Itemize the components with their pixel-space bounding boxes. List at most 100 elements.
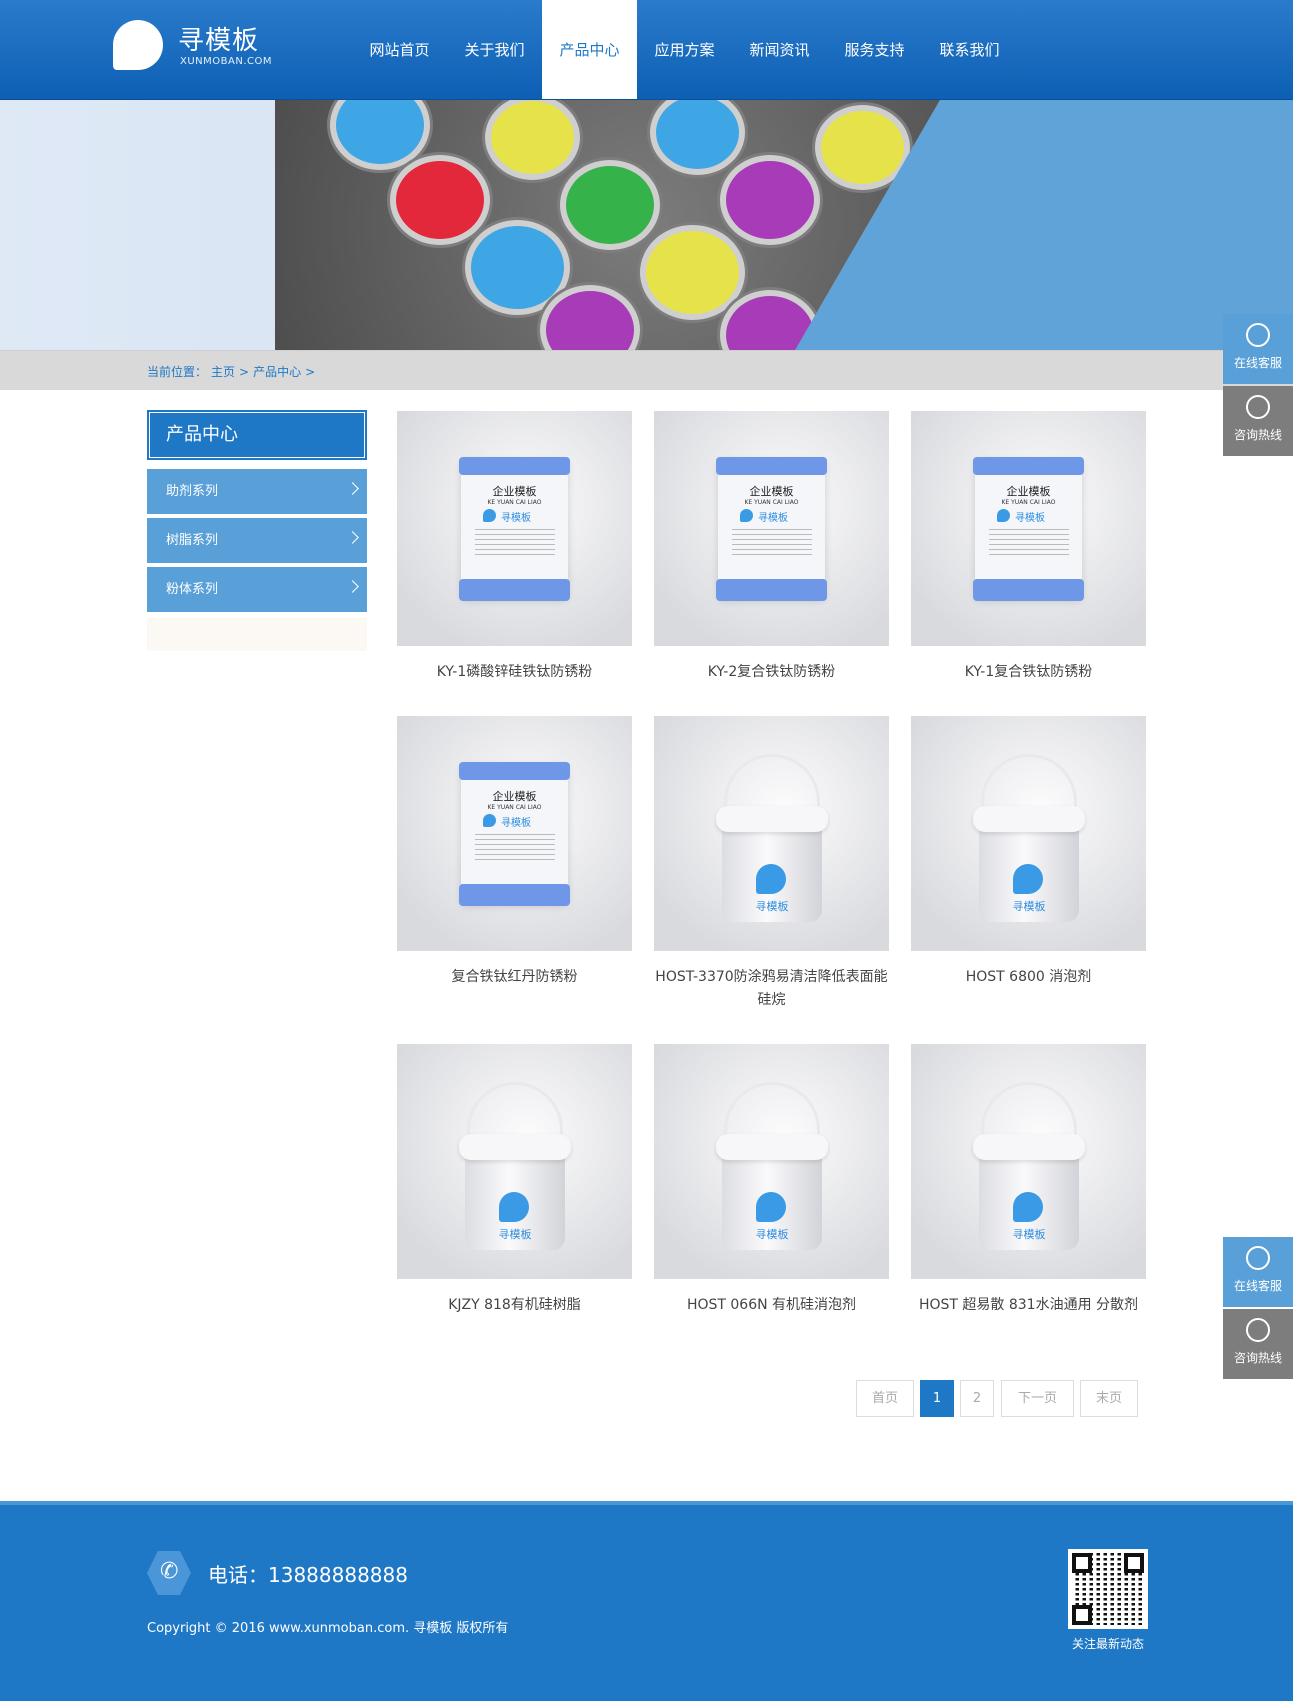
pagination-page-1[interactable]: 1 [920, 1380, 954, 1417]
nav-item-home[interactable]: 网站首页 [352, 0, 447, 100]
sidebar-item-label: 树脂系列 [166, 533, 219, 548]
product-name-link[interactable]: HOST 6800 消泡剂 [911, 966, 1146, 989]
brand-logo-icon [756, 1192, 786, 1222]
pagination-next-button[interactable]: 下一页 [1001, 1380, 1074, 1417]
breadcrumb-bar: 当前位置： 主页 > 产品中心 > [0, 350, 1293, 390]
product-card[interactable]: 寻模板 HOST-3370防涂鸦易清洁降低表面能硅烷 [654, 716, 889, 1012]
product-name-link[interactable]: KY-2复合铁钛防锈粉 [654, 661, 889, 684]
product-image[interactable]: 寻模板 [397, 1044, 632, 1279]
brand-logo-icon [1013, 1192, 1043, 1222]
product-image[interactable]: 企业模板 KE YUAN CAI LIAO 寻模板 [397, 716, 632, 951]
online-service-button[interactable]: 在线客服 [1223, 1237, 1293, 1307]
brand-logo-icon [499, 1192, 529, 1222]
paint-can [330, 100, 430, 170]
nav-item-solutions[interactable]: 应用方案 [637, 0, 732, 100]
chevron-right-icon [346, 580, 359, 593]
sidebar-item-additives[interactable]: 助剂系列 [147, 469, 367, 514]
phone-icon: ✆ [160, 1559, 179, 1584]
product-image[interactable]: 企业模板 KE YUAN CAI LIAO 寻模板 [397, 411, 632, 646]
paint-can [390, 155, 490, 245]
product-name-link[interactable]: HOST 066N 有机硅消泡剂 [654, 1294, 889, 1317]
logo-icon[interactable] [113, 20, 163, 70]
pagination-page-2[interactable]: 2 [960, 1380, 994, 1417]
logo-title[interactable]: 寻模板 [178, 20, 259, 57]
bag-brand: 寻模板 [501, 818, 531, 829]
bag-title: 企业模板 [1006, 485, 1051, 498]
nav-item-support[interactable]: 服务支持 [827, 0, 922, 100]
chevron-right-icon [346, 482, 359, 495]
bucket-brand: 寻模板 [755, 900, 789, 913]
product-image[interactable]: 寻模板 [911, 1044, 1146, 1279]
bucket-image: 寻模板 [973, 754, 1085, 924]
main-nav: 网站首页 关于我们 产品中心 应用方案 新闻资讯 服务支持 联系我们 [352, 0, 1017, 100]
brand-logo-icon [740, 509, 753, 522]
sidebar-item-powders[interactable]: 粉体系列 [147, 567, 367, 612]
bag-brand: 寻模板 [1015, 513, 1045, 524]
product-name-link[interactable]: KJZY 818有机硅树脂 [397, 1294, 632, 1317]
bag-title: 企业模板 [492, 790, 537, 803]
bag-subtitle: KE YUAN CAI LIAO [487, 804, 542, 811]
bucket-image: 寻模板 [716, 754, 828, 924]
hotline-label: 咨询热线 [1233, 428, 1282, 442]
breadcrumb: 当前位置： 主页 > 产品中心 > [147, 363, 319, 380]
product-card[interactable]: 企业模板 KE YUAN CAI LIAO 寻模板 复合铁钛红丹防锈粉 [397, 716, 632, 989]
pagination-last-button[interactable]: 末页 [1080, 1380, 1138, 1417]
product-name-link[interactable]: KY-1复合铁钛防锈粉 [911, 661, 1146, 684]
site-footer: ✆ 电话：13888888888 Copyright © 2016 www.xu… [0, 1501, 1293, 1701]
bucket-image: 寻模板 [459, 1082, 571, 1252]
product-card[interactable]: 企业模板 KE YUAN CAI LIAO 寻模板 KY-1磷酸锌硅铁钛防锈粉 [397, 411, 632, 684]
product-image[interactable]: 企业模板 KE YUAN CAI LIAO 寻模板 [654, 411, 889, 646]
bucket-brand: 寻模板 [1012, 1228, 1046, 1241]
chevron-right-icon [346, 531, 359, 544]
bag-title: 企业模板 [492, 485, 537, 498]
product-name-link[interactable]: HOST-3370防涂鸦易清洁降低表面能硅烷 [654, 966, 889, 1012]
brand-logo-icon [483, 509, 496, 522]
breadcrumb-home-link[interactable]: 主页 [211, 365, 235, 379]
product-card[interactable]: 寻模板 HOST 066N 有机硅消泡剂 [654, 1044, 889, 1317]
brand-logo-icon [1013, 864, 1043, 894]
product-image[interactable]: 企业模板 KE YUAN CAI LIAO 寻模板 [911, 411, 1146, 646]
product-card[interactable]: 寻模板 HOST 6800 消泡剂 [911, 716, 1146, 989]
sidebar-item-label: 粉体系列 [166, 582, 219, 597]
nav-item-products[interactable]: 产品中心 [542, 0, 637, 100]
bag-subtitle: KE YUAN CAI LIAO [1001, 499, 1056, 506]
breadcrumb-separator: > [305, 365, 316, 379]
customer-service-icon [1246, 323, 1270, 347]
product-name-link[interactable]: HOST 超易散 831水油通用 分散剂 [911, 1294, 1146, 1317]
sidebar-item-label: 助剂系列 [166, 484, 219, 499]
product-card[interactable]: 企业模板 KE YUAN CAI LIAO 寻模板 KY-2复合铁钛防锈粉 [654, 411, 889, 684]
powder-bag-image: 企业模板 KE YUAN CAI LIAO 寻模板 [973, 457, 1084, 601]
hotline-button[interactable]: 咨询热线 [1223, 386, 1293, 456]
product-card[interactable]: 寻模板 HOST 超易散 831水油通用 分散剂 [911, 1044, 1146, 1317]
paint-can [650, 100, 745, 175]
bucket-brand: 寻模板 [498, 1228, 532, 1241]
pagination-first-button[interactable]: 首页 [856, 1380, 914, 1417]
product-name-link[interactable]: 复合铁钛红丹防锈粉 [397, 966, 632, 989]
footer-copyright: Copyright © 2016 www.xunmoban.com. 寻模板 版… [147, 1621, 509, 1636]
brand-logo-icon [483, 814, 496, 827]
breadcrumb-current-link[interactable]: 产品中心 [253, 365, 301, 379]
banner-image [0, 100, 1293, 350]
nav-item-about[interactable]: 关于我们 [447, 0, 542, 100]
hotline-button[interactable]: 咨询热线 [1223, 1309, 1293, 1379]
qr-code-icon [1068, 1549, 1148, 1629]
product-card[interactable]: 寻模板 KJZY 818有机硅树脂 [397, 1044, 632, 1317]
brand-logo-icon [997, 509, 1010, 522]
nav-item-news[interactable]: 新闻资讯 [732, 0, 827, 100]
product-image[interactable]: 寻模板 [654, 1044, 889, 1279]
powder-bag-image: 企业模板 KE YUAN CAI LIAO 寻模板 [716, 457, 827, 601]
bag-title: 企业模板 [749, 485, 794, 498]
product-image[interactable]: 寻模板 [654, 716, 889, 951]
sidebar-item-resins[interactable]: 树脂系列 [147, 518, 367, 563]
footer-phone: 电话：13888888888 [208, 1563, 408, 1587]
brand-logo-icon [756, 864, 786, 894]
product-name-link[interactable]: KY-1磷酸锌硅铁钛防锈粉 [397, 661, 632, 684]
product-image[interactable]: 寻模板 [911, 716, 1146, 951]
sidebar-footer [147, 618, 367, 651]
sidebar-title: 产品中心 [147, 410, 367, 460]
bucket-brand: 寻模板 [1012, 900, 1046, 913]
product-card[interactable]: 企业模板 KE YUAN CAI LIAO 寻模板 KY-1复合铁钛防锈粉 [911, 411, 1146, 684]
paint-can [640, 225, 745, 320]
nav-item-contact[interactable]: 联系我们 [922, 0, 1017, 100]
online-service-button[interactable]: 在线客服 [1223, 314, 1293, 384]
